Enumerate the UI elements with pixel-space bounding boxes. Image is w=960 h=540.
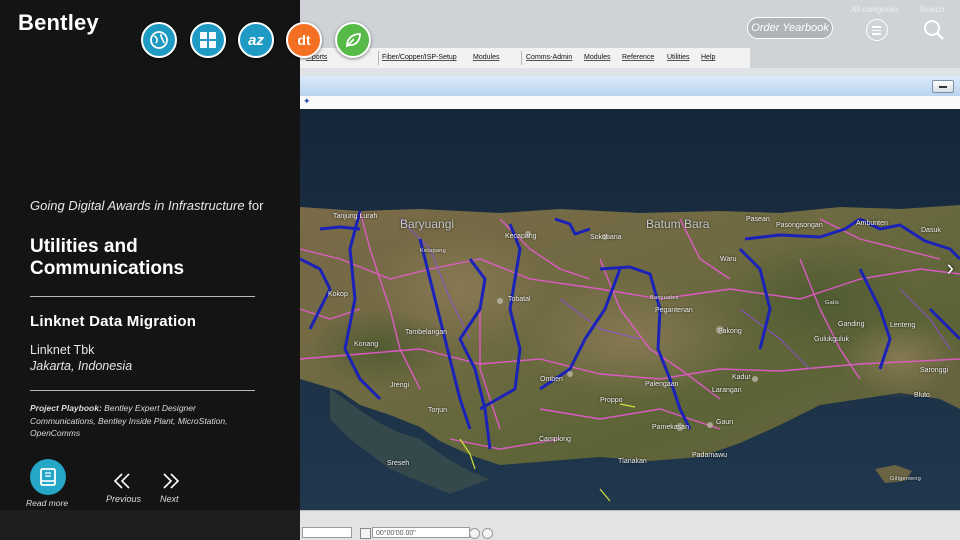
dt-icon[interactable]: dt — [286, 22, 322, 58]
place-label: Gaun — [716, 419, 734, 426]
award-heading-text: Going Digital Awards in Infrastructure — [30, 198, 245, 213]
place-label: Pasongsongan — [776, 222, 823, 229]
all-categories-label: All categories — [851, 5, 900, 14]
place-label: Gulukguluk — [814, 336, 850, 343]
place-label: Dasuk — [921, 227, 941, 234]
angle-lock-icon[interactable] — [360, 528, 371, 539]
place-label: Padamawu — [692, 452, 728, 459]
place-label: Kecapang — [505, 233, 537, 240]
angle-input[interactable]: 00°00'00.00" — [372, 527, 470, 538]
place-label: Pakong — [718, 328, 742, 335]
place-label: Ganding — [838, 321, 865, 328]
next-chevron-icon[interactable] — [161, 472, 181, 494]
search-icon[interactable] — [922, 18, 946, 42]
place-label: Omben — [540, 376, 563, 383]
place-label: Konang — [354, 341, 379, 348]
book-icon — [40, 468, 56, 486]
read-more-button[interactable] — [30, 459, 66, 495]
menu-item-utilities[interactable]: Utilities — [667, 54, 690, 61]
place-label: Tanjung Lurah — [333, 213, 378, 220]
place-label: Sreseh — [387, 460, 410, 467]
satellite-map-view[interactable]: Baryuangi Batum Bara Tanjung Lurah Kecap… — [300, 109, 960, 510]
place-label: Tlanakan — [618, 458, 647, 465]
place-label: Kadur — [732, 374, 751, 381]
menu-item-modules[interactable]: Modules — [473, 54, 499, 61]
menu-item-comms-admin[interactable]: Comms-Admin — [526, 54, 572, 61]
place-label: Waru — [720, 256, 737, 263]
project-playbook: Project Playbook: Bentley Expert Designe… — [30, 402, 250, 440]
place-label: Batum Bara — [646, 217, 710, 231]
menu-divider — [378, 51, 379, 65]
place-label: Palengaan — [645, 381, 679, 388]
project-title: Linknet Data Migration — [30, 313, 197, 330]
grid-icon[interactable] — [190, 22, 226, 58]
app-toolbar-strip — [300, 68, 960, 76]
menu-item-modules-2[interactable]: Modules — [584, 54, 610, 61]
leaf-icon[interactable] — [335, 22, 371, 58]
previous-chevron-icon[interactable] — [112, 472, 132, 494]
app-status-bar: 00°00'00.00" — [300, 510, 960, 540]
search-label: Search — [919, 5, 945, 14]
award-heading: Going Digital Awards in Infrastructure f… — [30, 197, 280, 215]
place-label: Bluto — [914, 392, 930, 399]
place-label: Larangan — [712, 387, 742, 394]
place-label: Lenteng — [890, 322, 916, 329]
map-next-arrow-icon[interactable]: › — [947, 257, 954, 279]
az-icon[interactable]: az — [238, 22, 274, 58]
menu-item-fiber-setup[interactable]: Fiber/Copper/ISP-Setup — [382, 54, 457, 61]
organization-name: Linknet Tbk — [30, 343, 95, 357]
award-info-panel: Bentley az dt Going Digital Awards in In… — [0, 0, 371, 510]
place-label: Torjun — [428, 407, 448, 414]
status-toggle[interactable] — [482, 528, 493, 539]
app-screenshot: ...ports Fiber/Copper/ISP-Setup Modules … — [0, 0, 960, 540]
place-label: Proppo — [600, 397, 623, 404]
status-input[interactable] — [302, 527, 352, 538]
panel-bottom-strip — [0, 510, 300, 540]
place-label: Saronggi — [920, 367, 949, 374]
hamburger-menu-icon[interactable] — [866, 19, 888, 41]
walk-tool-icon[interactable]: ✦ — [303, 96, 311, 107]
menu-item-help[interactable]: Help — [701, 54, 715, 61]
read-more-label[interactable]: Read more — [26, 498, 68, 508]
playbook-label: Project Playbook: — [30, 403, 102, 413]
menu-item-reference[interactable]: Reference — [622, 54, 654, 61]
view-window-titlebar — [300, 76, 960, 97]
place-label: Pasean — [746, 216, 770, 223]
organization-location: Jakarta, Indonesia — [30, 359, 133, 373]
app-menubar: ...ports Fiber/Copper/ISP-Setup Modules … — [300, 48, 750, 69]
next-button[interactable]: Next — [160, 494, 179, 504]
place-label: Baryuangi — [400, 217, 455, 231]
place-label: Tambelangan — [405, 329, 448, 336]
place-label: Jrengi — [390, 382, 410, 389]
place-label: Tobatal — [508, 296, 531, 303]
order-yearbook-button[interactable]: Order Yearbook — [747, 17, 833, 39]
globe-icon[interactable] — [141, 22, 177, 58]
place-label: Banyuates — [650, 295, 679, 301]
place-label: Ketapang — [420, 248, 446, 254]
category-title: Utilities and Communications — [30, 236, 185, 279]
bentley-logo[interactable]: Bentley — [18, 10, 99, 36]
divider — [30, 296, 255, 297]
status-toggle[interactable] — [469, 528, 480, 539]
place-label: Galis — [825, 300, 840, 306]
minimize-button[interactable] — [932, 80, 954, 93]
map-graphics — [300, 109, 960, 510]
place-label: Pamekasan — [652, 424, 689, 431]
award-heading-for: for — [244, 198, 264, 213]
place-label: Ambunten — [856, 220, 888, 227]
place-label: Sokobana — [590, 234, 622, 241]
place-label: Camplong — [539, 436, 571, 443]
view-toolbar: ✦ — [300, 96, 960, 110]
place-label: Kokop — [328, 291, 348, 298]
divider — [30, 390, 255, 391]
place-label: Pegantenan — [655, 307, 693, 314]
previous-button[interactable]: Previous — [106, 494, 141, 504]
place-label: Giligenteng — [890, 476, 922, 482]
menu-divider — [521, 51, 522, 65]
